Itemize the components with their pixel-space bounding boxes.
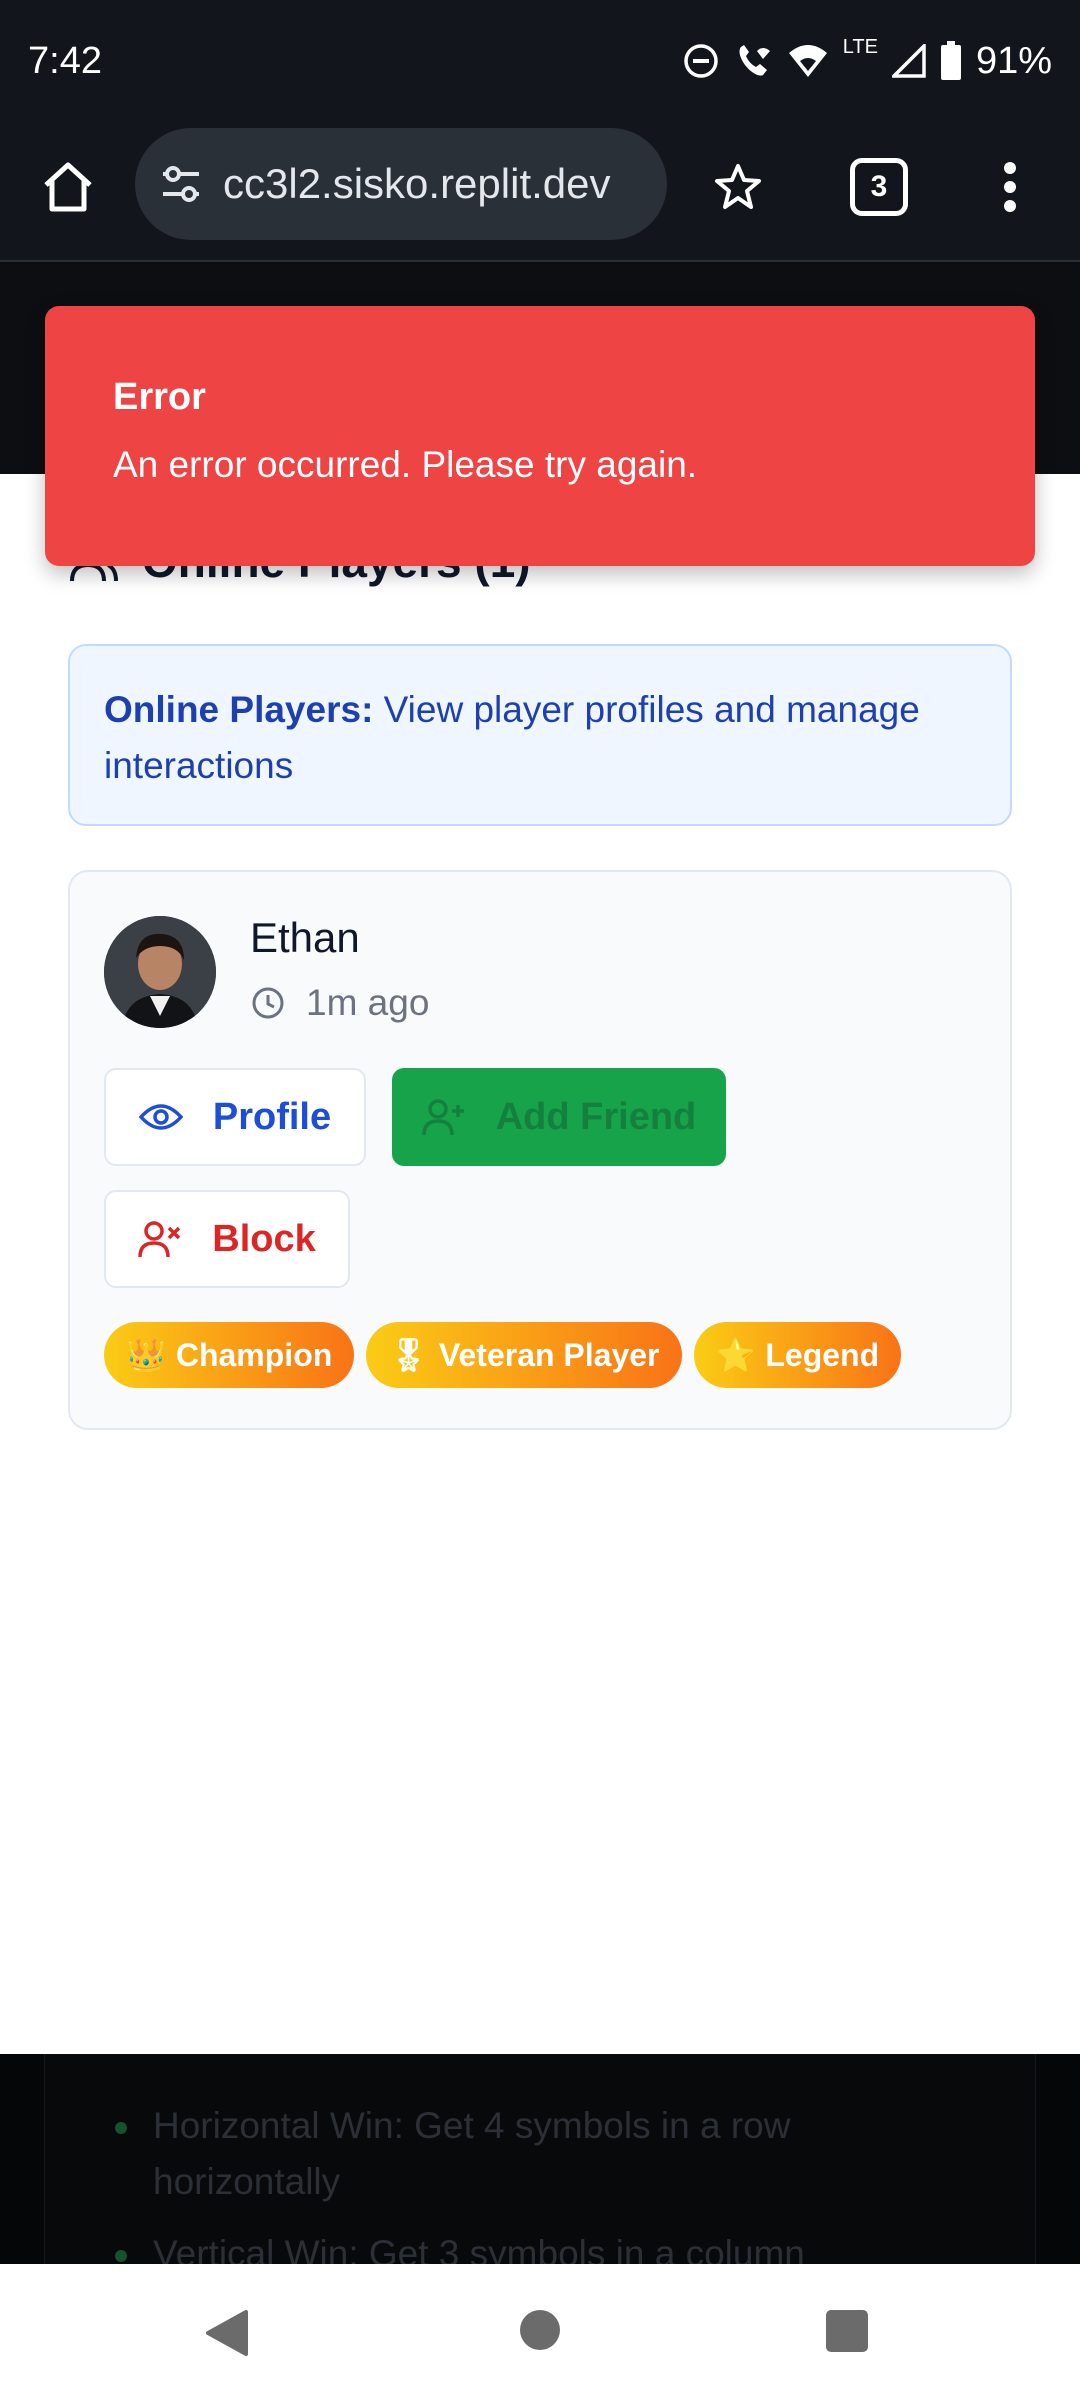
error-toast[interactable]: Error An error occurred. Please try agai… xyxy=(45,306,1035,566)
user-x-icon xyxy=(138,1221,181,1258)
clock-icon xyxy=(252,987,284,1019)
add-friend-button[interactable]: Add Friend xyxy=(392,1068,726,1166)
status-icons: LTE 91% xyxy=(683,36,1052,86)
tune-icon[interactable] xyxy=(157,160,205,208)
profile-button[interactable]: Profile xyxy=(104,1068,366,1166)
player-name: Ethan xyxy=(250,914,360,961)
achievement-badges: 👑 Champion 🎖 Veteran Player ⭐ Legend xyxy=(104,1322,902,1388)
home-nav-button[interactable] xyxy=(520,2310,560,2350)
rule-bullet xyxy=(115,2122,127,2134)
badge-label: Champion xyxy=(175,1336,333,1373)
last-seen: 1m ago xyxy=(250,982,429,1024)
rule-item: Horizontal Win: Get 4 symbols in a row h… xyxy=(153,2105,791,2202)
url-text: cc3l2.sisko.replit.dev xyxy=(223,160,611,207)
more-vert-icon xyxy=(1004,162,1016,212)
back-icon xyxy=(206,2310,248,2356)
back-button[interactable] xyxy=(204,2308,250,2363)
star-icon xyxy=(715,164,761,209)
user-plus-icon xyxy=(421,1099,464,1136)
home-button[interactable] xyxy=(36,155,100,219)
info-box: Online Players: View player profiles and… xyxy=(68,644,1012,826)
browser-menu-button[interactable] xyxy=(990,155,1030,219)
network-type: LTE xyxy=(842,35,878,58)
wifi-icon xyxy=(787,43,829,79)
rule-bullet xyxy=(115,2250,127,2262)
browser-toolbar: cc3l2.sisko.replit.dev 3 xyxy=(0,125,1080,262)
rule-item: Vertical Win: Get 3 symbols in a column xyxy=(153,2233,805,2264)
home-icon xyxy=(44,162,92,212)
battery-percent: 91% xyxy=(975,39,1052,82)
player-card: Ethan 1m ago Profile Add Friend Block 👑 … xyxy=(68,870,1012,1430)
crown-icon: 👑 xyxy=(126,1337,166,1373)
badge-label: Veteran Player xyxy=(438,1336,660,1373)
do-not-disturb-icon xyxy=(683,43,719,79)
info-label: Online Players: xyxy=(104,689,374,730)
system-nav-bar xyxy=(0,2264,1080,2400)
rules-panel: Horizontal Win: Get 4 symbols in a row h… xyxy=(44,2054,1036,2264)
add-friend-button-label: Add Friend xyxy=(495,1095,697,1138)
eye-icon xyxy=(138,1104,183,1130)
tab-switcher-button[interactable]: 3 xyxy=(850,158,908,216)
block-button[interactable]: Block xyxy=(104,1190,350,1288)
recents-button[interactable] xyxy=(826,2310,868,2352)
status-bar: 7:42 LTE 91% xyxy=(0,0,1080,125)
status-time: 7:42 xyxy=(28,40,102,82)
last-seen-text: 1m ago xyxy=(306,982,430,1023)
toast-message: An error occurred. Please try again. xyxy=(113,444,698,485)
toast-title: Error xyxy=(113,376,206,418)
star-badge-icon: ⭐ xyxy=(715,1337,756,1373)
address-bar[interactable]: cc3l2.sisko.replit.dev xyxy=(135,128,667,240)
battery-icon xyxy=(940,41,962,81)
wifi-calling-icon xyxy=(733,41,773,81)
profile-button-label: Profile xyxy=(212,1095,332,1138)
badge-champion: 👑 Champion xyxy=(104,1322,355,1388)
cell-signal-icon xyxy=(891,44,926,78)
rules-section: Horizontal Win: Get 4 symbols in a row h… xyxy=(0,2054,1080,2264)
medal-icon: 🎖 xyxy=(388,1337,429,1373)
players-panel: Online Players (1) Online Players: View … xyxy=(0,474,1080,2054)
badge-legend: ⭐ Legend xyxy=(693,1322,902,1388)
badge-label: Legend xyxy=(765,1336,880,1373)
badge-veteran-player: 🎖 Veteran Player xyxy=(366,1322,682,1388)
avatar[interactable] xyxy=(104,916,216,1028)
bookmark-button[interactable] xyxy=(706,155,770,219)
block-button-label: Block xyxy=(212,1217,316,1260)
